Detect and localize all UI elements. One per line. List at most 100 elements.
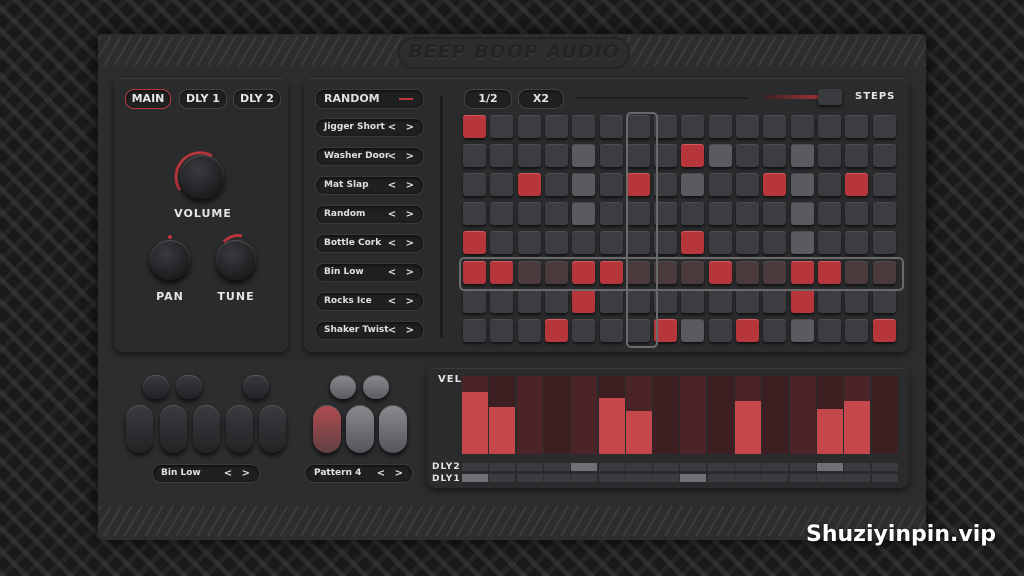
- step-cell[interactable]: [790, 289, 814, 313]
- step-cell[interactable]: [790, 115, 814, 138]
- dly1-cell[interactable]: [462, 474, 488, 482]
- step-cell[interactable]: [845, 318, 869, 342]
- pan-knob[interactable]: [150, 240, 190, 280]
- step-cell[interactable]: [572, 318, 596, 342]
- dly1-cell[interactable]: [571, 474, 598, 482]
- step-cell[interactable]: [517, 144, 541, 168]
- sample-arrows[interactable]: < >: [388, 323, 417, 338]
- pattern-pad[interactable]: [313, 405, 341, 453]
- sample-arrows[interactable]: < >: [388, 207, 417, 222]
- step-cell[interactable]: [599, 115, 623, 138]
- pad-button[interactable]: [126, 405, 153, 453]
- dly2-cell[interactable]: [516, 463, 543, 471]
- step-cell[interactable]: [790, 173, 814, 197]
- tab-main[interactable]: MAIN: [125, 89, 171, 109]
- step-cell[interactable]: [708, 173, 732, 197]
- step-cell[interactable]: [872, 144, 896, 168]
- step-cell[interactable]: [572, 231, 596, 255]
- step-cell[interactable]: [845, 231, 869, 255]
- step-cell[interactable]: [790, 202, 814, 226]
- step-cell[interactable]: [681, 144, 705, 168]
- steps-slider-thumb[interactable]: [818, 89, 842, 105]
- dly2-cell[interactable]: [816, 463, 843, 471]
- velocity-column[interactable]: [789, 376, 816, 454]
- step-cell[interactable]: [572, 144, 596, 168]
- velocity-bar[interactable]: [844, 401, 871, 454]
- dly1-cell[interactable]: [789, 474, 816, 482]
- random-button[interactable]: RANDOM: [315, 89, 424, 109]
- step-cell[interactable]: [490, 231, 514, 255]
- step-cell[interactable]: [790, 144, 814, 168]
- sample-selector[interactable]: Random < >: [315, 205, 424, 224]
- dly2-cell[interactable]: [598, 463, 625, 471]
- step-cell[interactable]: [790, 231, 814, 255]
- pattern-pad[interactable]: [379, 405, 407, 453]
- dly2-cell[interactable]: [871, 463, 898, 471]
- step-cell[interactable]: [490, 144, 514, 168]
- step-cell[interactable]: [872, 231, 896, 255]
- step-cell[interactable]: [708, 144, 732, 168]
- dly1-cell[interactable]: [707, 474, 734, 482]
- tab-dly1[interactable]: DLY 1: [179, 89, 227, 109]
- dly1-cell[interactable]: [680, 474, 707, 482]
- sample-selector[interactable]: Jigger Short < >: [315, 118, 424, 137]
- step-cell[interactable]: [872, 115, 896, 138]
- dly2-cell[interactable]: [489, 463, 516, 471]
- step-cell[interactable]: [463, 289, 486, 313]
- step-cell[interactable]: [763, 202, 787, 226]
- sample-selector[interactable]: Rocks Ice < >: [315, 292, 424, 311]
- step-cell[interactable]: [599, 289, 623, 313]
- step-cell[interactable]: [763, 144, 787, 168]
- step-cell[interactable]: [463, 231, 486, 255]
- step-cell[interactable]: [763, 115, 787, 138]
- step-cell[interactable]: [872, 202, 896, 226]
- pattern-select-arrows[interactable]: < >: [377, 466, 406, 481]
- small-pad[interactable]: [176, 375, 202, 399]
- small-pad[interactable]: [243, 375, 269, 399]
- step-cell[interactable]: [872, 289, 896, 313]
- step-cell[interactable]: [544, 173, 568, 197]
- step-cell[interactable]: [572, 115, 596, 138]
- dly1-cell[interactable]: [543, 474, 570, 482]
- step-cell[interactable]: [817, 289, 841, 313]
- rate-double-button[interactable]: X2: [518, 89, 564, 109]
- step-cell[interactable]: [708, 231, 732, 255]
- rate-half-button[interactable]: 1/2: [464, 89, 512, 109]
- velocity-column[interactable]: [762, 376, 789, 454]
- step-cell[interactable]: [736, 289, 759, 313]
- step-cell[interactable]: [544, 202, 568, 226]
- dly2-cell[interactable]: [462, 463, 488, 471]
- dly1-cell[interactable]: [844, 474, 871, 482]
- step-cell[interactable]: [681, 318, 705, 342]
- dly2-cell[interactable]: [653, 463, 680, 471]
- sample-selector[interactable]: Mat Slap < >: [315, 176, 424, 195]
- sample-arrows[interactable]: < >: [388, 178, 417, 193]
- step-cell[interactable]: [763, 318, 787, 342]
- step-cell[interactable]: [572, 202, 596, 226]
- pattern-select[interactable]: Pattern 4 < >: [305, 464, 413, 483]
- step-cell[interactable]: [463, 202, 486, 226]
- step-cell[interactable]: [845, 202, 869, 226]
- dly1-cell[interactable]: [489, 474, 516, 482]
- step-cell[interactable]: [872, 173, 896, 197]
- tune-knob[interactable]: [216, 240, 256, 280]
- sample-arrows[interactable]: < >: [388, 120, 417, 135]
- dly2-cell[interactable]: [707, 463, 734, 471]
- step-cell[interactable]: [490, 115, 514, 138]
- dly1-cell[interactable]: [625, 474, 652, 482]
- sample-selector[interactable]: Shaker Twist < >: [315, 321, 424, 340]
- step-cell[interactable]: [681, 289, 705, 313]
- step-cell[interactable]: [544, 289, 568, 313]
- sample-selector[interactable]: Bin Low < >: [315, 263, 424, 282]
- pad-button[interactable]: [160, 405, 187, 453]
- small-pad[interactable]: [330, 375, 356, 399]
- dly1-cell[interactable]: [598, 474, 625, 482]
- step-cell[interactable]: [599, 144, 623, 168]
- step-cell[interactable]: [490, 289, 514, 313]
- sample-arrows[interactable]: < >: [388, 149, 417, 164]
- step-cell[interactable]: [490, 318, 514, 342]
- step-cell[interactable]: [544, 318, 568, 342]
- dly1-cell[interactable]: [871, 474, 898, 482]
- velocity-bar[interactable]: [735, 401, 761, 454]
- dly2-cell[interactable]: [625, 463, 652, 471]
